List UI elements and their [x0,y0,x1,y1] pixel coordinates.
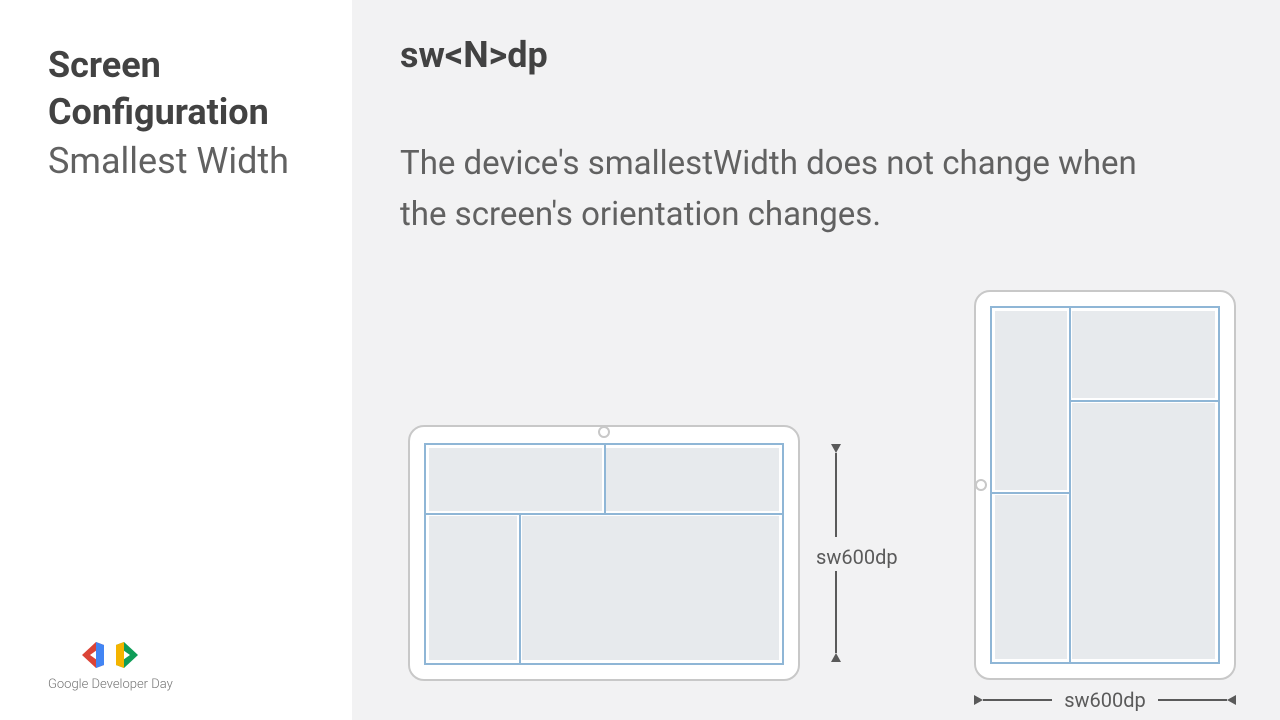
google-developers-icon [82,639,138,671]
camera-icon [975,479,987,491]
diagram-area: sw600dp sw600dp [400,290,1260,710]
tablet-landscape [408,425,800,681]
portrait-screen [990,306,1220,664]
content-heading: sw<N>dp [400,34,1232,76]
slide-subtitle: Smallest Width [48,138,304,185]
camera-icon [598,426,610,438]
sidebar: Screen Configuration Smallest Width Goog… [0,0,352,720]
landscape-dimension-label: sw600dp [816,543,898,571]
main-content: sw<N>dp The device's smallestWidth does … [352,0,1280,720]
slide-title-line1: Screen [48,42,304,89]
slide-title-line2: Configuration [48,89,304,136]
content-body: The device's smallestWidth does not chan… [400,138,1170,240]
portrait-dimension-label: sw600dp [1052,688,1158,712]
footer-logo: Google Developer Day [48,639,173,692]
landscape-screen [424,443,784,665]
portrait-dimension-arrow: sw600dp [974,692,1236,708]
tablet-portrait [974,290,1236,680]
footer-text: Google Developer Day [48,677,173,692]
